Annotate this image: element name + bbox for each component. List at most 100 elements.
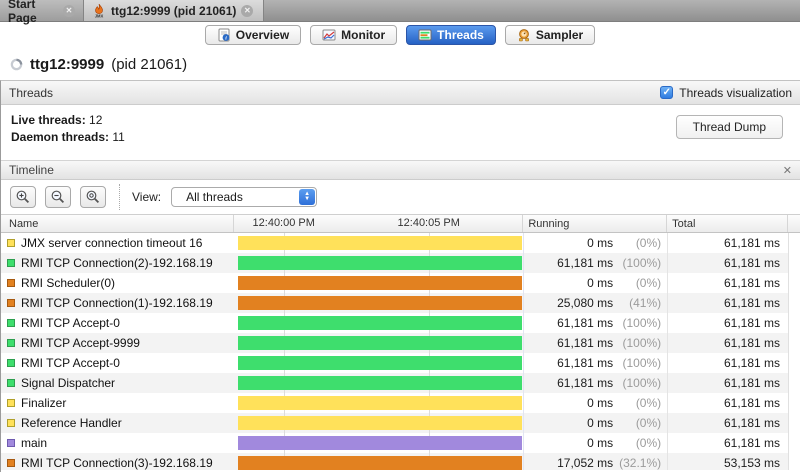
close-icon[interactable]: ✕	[241, 4, 254, 17]
dropdown-stepper-icon[interactable]: ▲ ▼	[299, 189, 316, 205]
thread-timeline-cell[interactable]	[234, 433, 524, 453]
running-ms: 61,181 ms	[557, 356, 614, 370]
thread-timeline-cell[interactable]	[234, 333, 524, 353]
tab-jmx-application[interactable]: JMX ttg12:9999 (pid 21061) ✕	[84, 0, 265, 21]
thread-name-cell[interactable]: RMI TCP Connection(1)-192.168.19	[1, 293, 234, 313]
thread-timeline-cell[interactable]	[234, 453, 524, 470]
tab-label: Monitor	[341, 28, 386, 42]
thread-state-bar	[237, 316, 523, 330]
zoom-in-button[interactable]	[10, 186, 36, 208]
thread-name-cell[interactable]: Reference Handler	[1, 413, 234, 433]
thread-name-cell[interactable]: RMI TCP Connection(2)-192.168.19	[1, 253, 234, 273]
row-gutter	[788, 393, 800, 413]
thread-timeline-cell[interactable]	[234, 253, 524, 273]
running-percent: (41%)	[629, 296, 662, 310]
tab-overview[interactable]: i Overview	[204, 25, 302, 45]
zoom-out-button[interactable]	[45, 186, 71, 208]
tab-sampler[interactable]: Sampler	[504, 25, 596, 45]
thread-running-cell: 0 ms (0%)	[523, 273, 667, 293]
thread-state-swatch-icon	[7, 319, 15, 327]
thread-state-bar	[237, 356, 523, 370]
thread-state-bar	[237, 336, 523, 350]
row-gutter	[788, 353, 800, 373]
total-ms: 61,181 ms	[723, 376, 781, 390]
thread-state-bar	[237, 436, 523, 450]
thread-dump-button[interactable]: Thread Dump	[675, 115, 783, 139]
thread-name: RMI TCP Accept-0	[21, 356, 120, 370]
thread-row[interactable]: RMI TCP Accept-0 61,181 ms (100%) 61,181…	[1, 313, 800, 333]
thread-name-cell[interactable]: JMX server connection timeout 16	[1, 233, 234, 253]
page-title: ttg12:9999	[30, 55, 105, 73]
thread-table-header: Name 12:40:00 PM 12:40:05 PM Running Tot…	[1, 214, 800, 233]
thread-row[interactable]: JMX server connection timeout 16 0 ms (0…	[1, 233, 800, 253]
thread-total-cell: 61,181 ms	[667, 233, 788, 253]
thread-name-cell[interactable]: RMI TCP Accept-9999	[1, 333, 234, 353]
threads-panel: Threads ✓ Threads visualization Live thr…	[0, 80, 800, 472]
thread-timeline-cell[interactable]	[234, 293, 524, 313]
toggle-label: Threads visualization	[679, 85, 792, 100]
thread-view-select[interactable]: All threads ▲ ▼	[171, 187, 318, 207]
thread-running-cell: 0 ms (0%)	[523, 233, 667, 253]
row-gutter	[788, 313, 800, 333]
thread-state-bar	[237, 396, 523, 410]
tab-start-page[interactable]: Start Page ✕	[0, 0, 84, 25]
tab-monitor[interactable]: Monitor	[310, 25, 398, 45]
running-percent: (0%)	[635, 436, 662, 450]
thread-row[interactable]: Finalizer 0 ms (0%) 61,181 ms	[1, 393, 800, 413]
thread-timeline-cell[interactable]	[234, 313, 524, 333]
total-ms: 61,181 ms	[723, 236, 781, 250]
thread-name-cell[interactable]: RMI TCP Connection(3)-192.168.19	[1, 453, 234, 470]
thread-row[interactable]: main 0 ms (0%) 61,181 ms	[1, 433, 800, 453]
thread-row[interactable]: Reference Handler 0 ms (0%) 61,181 ms	[1, 413, 800, 433]
thread-state-bar	[237, 256, 523, 270]
fit-width-button[interactable]	[80, 186, 106, 208]
thread-name-cell[interactable]: Finalizer	[1, 393, 234, 413]
close-icon[interactable]: ✕	[783, 164, 792, 177]
thread-name-cell[interactable]: Signal Dispatcher	[1, 373, 234, 393]
thread-row[interactable]: Signal Dispatcher 61,181 ms (100%) 61,18…	[1, 373, 800, 393]
thread-row[interactable]: RMI TCP Accept-9999 61,181 ms (100%) 61,…	[1, 333, 800, 353]
thread-row[interactable]: RMI TCP Connection(3)-192.168.19 17,052 …	[1, 453, 800, 470]
thread-name: RMI TCP Accept-9999	[21, 336, 140, 350]
thread-state-bar	[237, 416, 523, 430]
thread-timeline-cell[interactable]	[234, 413, 524, 433]
column-header-name[interactable]: Name	[1, 215, 234, 232]
thread-timeline-cell[interactable]	[234, 233, 524, 253]
thread-name-cell[interactable]: RMI Scheduler(0)	[1, 273, 234, 293]
thread-name-cell[interactable]: RMI TCP Accept-0	[1, 313, 234, 333]
thread-total-cell: 61,181 ms	[667, 293, 788, 313]
thread-name-cell[interactable]: RMI TCP Accept-0	[1, 353, 234, 373]
thread-state-swatch-icon	[7, 339, 15, 347]
thread-name: Finalizer	[21, 396, 67, 410]
running-percent: (100%)	[622, 356, 662, 370]
checkbox-checked-icon[interactable]: ✓	[660, 86, 674, 99]
row-gutter	[788, 233, 800, 253]
thread-timeline-cell[interactable]	[234, 393, 524, 413]
thread-timeline-cell[interactable]	[234, 373, 524, 393]
thread-state-bar	[237, 276, 523, 290]
tab-threads[interactable]: Threads	[406, 25, 496, 45]
column-header-timeline[interactable]: 12:40:00 PM 12:40:05 PM	[234, 215, 524, 232]
thread-row[interactable]: RMI Scheduler(0) 0 ms (0%) 61,181 ms	[1, 273, 800, 293]
thread-name-cell[interactable]: main	[1, 433, 234, 453]
overview-icon: i	[218, 28, 230, 42]
total-ms: 61,181 ms	[723, 416, 781, 430]
thread-timeline-cell[interactable]	[234, 273, 524, 293]
threads-visualization-toggle[interactable]: ✓ Threads visualization	[660, 86, 792, 100]
thread-state-swatch-icon	[7, 379, 15, 387]
total-ms: 61,181 ms	[723, 276, 781, 290]
thread-row[interactable]: RMI TCP Connection(2)-192.168.19 61,181 …	[1, 253, 800, 273]
tab-label: ttg12:9999 (pid 21061)	[111, 3, 237, 18]
threads-section-header: Threads ✓ Threads visualization	[1, 81, 800, 105]
total-ms: 61,181 ms	[723, 296, 781, 310]
running-ms: 0 ms	[587, 276, 614, 290]
thread-row[interactable]: RMI TCP Accept-0 61,181 ms (100%) 61,181…	[1, 353, 800, 373]
column-header-total[interactable]: Total	[667, 215, 789, 232]
thread-running-cell: 0 ms (0%)	[523, 413, 667, 433]
thread-timeline-cell[interactable]	[234, 353, 524, 373]
thread-running-cell: 61,181 ms (100%)	[523, 373, 667, 393]
thread-row[interactable]: RMI TCP Connection(1)-192.168.19 25,080 …	[1, 293, 800, 313]
column-header-running[interactable]: Running	[523, 215, 668, 232]
document-tab-strip: Start Page ✕ JMX ttg12:9999 (pid 21061) …	[0, 0, 800, 25]
close-icon[interactable]: ✕	[63, 4, 75, 17]
